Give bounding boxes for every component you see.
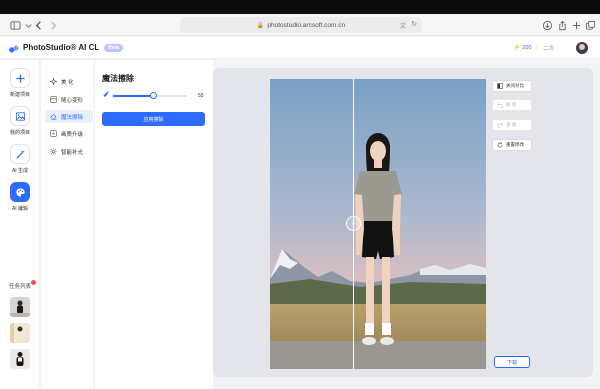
eraser-icon bbox=[50, 113, 57, 120]
user-avatar[interactable] bbox=[576, 42, 588, 54]
brush-size-slider[interactable] bbox=[113, 92, 187, 99]
image-icon bbox=[10, 106, 30, 126]
magic-wand-icon bbox=[10, 144, 30, 164]
redo-button[interactable]: 重 做 bbox=[492, 119, 532, 131]
points-suffix: 二次 bbox=[542, 46, 554, 52]
app-header: PhotoStudio® AI CL Beta ⚡ 200 | 二次 bbox=[0, 37, 600, 59]
sparkle-icon bbox=[50, 78, 57, 85]
rail-item-new-project[interactable]: 新建项目 bbox=[0, 68, 40, 98]
rail-item-my-projects[interactable]: 我的项目 bbox=[0, 106, 40, 136]
sidebar-toggle-icon[interactable] bbox=[8, 18, 22, 32]
app-name: PhotoStudio® AI CL bbox=[23, 43, 100, 52]
browser-toolbar: 🔒 photostudio.arcsoft.com.cn 文 ↻ bbox=[0, 14, 600, 36]
tool-warp[interactable]: 随心变形 bbox=[45, 93, 93, 106]
edited-photo[interactable] bbox=[270, 79, 486, 369]
task-thumbnail[interactable] bbox=[10, 297, 30, 317]
points-display[interactable]: ⚡ 200 | 二次 bbox=[514, 44, 555, 52]
points-count: 200 bbox=[522, 45, 532, 51]
redo-label: 重 做 bbox=[506, 122, 517, 127]
compare-handle-icon[interactable]: ‹› bbox=[346, 216, 361, 231]
apply-erase-button[interactable]: 应用擦除 bbox=[102, 112, 205, 126]
redo-icon bbox=[497, 123, 503, 128]
sun-icon bbox=[50, 148, 57, 155]
tool-label: 画质升级 bbox=[61, 131, 84, 138]
tool-beautify[interactable]: 美 化 bbox=[45, 75, 93, 88]
tool-smart-light[interactable]: 智能补光 bbox=[45, 145, 93, 158]
forward-arrow-icon[interactable] bbox=[46, 18, 60, 32]
brush-size-value: 55 bbox=[198, 93, 204, 99]
palette-icon bbox=[10, 182, 30, 202]
tool-label: 魔法擦除 bbox=[61, 114, 84, 121]
share-icon[interactable] bbox=[555, 18, 569, 32]
rail-label: 新建项目 bbox=[9, 92, 30, 98]
slider-fill bbox=[113, 95, 154, 97]
lightning-icon: ⚡ bbox=[513, 45, 521, 51]
plus-icon bbox=[10, 68, 30, 88]
undo-label: 撤 销 bbox=[506, 102, 517, 107]
slider-thumb[interactable] bbox=[150, 92, 158, 99]
task-thumbnail[interactable] bbox=[10, 323, 30, 343]
warp-icon bbox=[50, 96, 57, 103]
compare-toggle-button[interactable]: 关闭对比 bbox=[492, 80, 532, 92]
compare-icon bbox=[497, 83, 503, 89]
reset-icon bbox=[497, 142, 503, 148]
tool-magic-erase[interactable]: 魔法擦除 bbox=[45, 110, 93, 123]
system-menu-bar bbox=[0, 0, 600, 14]
new-tab-icon[interactable] bbox=[569, 18, 583, 32]
back-arrow-icon[interactable] bbox=[31, 18, 45, 32]
notification-badge bbox=[31, 280, 36, 285]
tool-upscale[interactable]: 画质升级 bbox=[45, 127, 93, 140]
rail-item-ai-edit[interactable]: AI 编辑 bbox=[0, 182, 40, 212]
compare-label: 关闭对比 bbox=[506, 83, 524, 88]
separator: | bbox=[536, 45, 538, 51]
tool-label: 美 化 bbox=[61, 79, 74, 86]
task-thumbnail[interactable] bbox=[10, 349, 30, 369]
address-bar[interactable]: 🔒 photostudio.arcsoft.com.cn 文 ↻ bbox=[180, 17, 422, 33]
undo-button[interactable]: 撤 销 bbox=[492, 99, 532, 111]
download-button[interactable]: 下载 bbox=[494, 356, 530, 368]
reload-icon[interactable]: ↻ bbox=[411, 20, 417, 28]
tool-label: 随心变形 bbox=[61, 97, 84, 104]
translate-icon[interactable]: 文 bbox=[400, 21, 406, 30]
left-rail: 新建项目 我的项目 AI 生成 AI 编辑 任务列表 bbox=[0, 60, 40, 389]
tab-overview-icon[interactable] bbox=[583, 18, 597, 32]
tool-label: 智能补光 bbox=[61, 149, 84, 156]
tool-panel: 美 化 随心变形 魔法擦除 画质升级 智能补光 bbox=[41, 60, 95, 389]
options-panel: 魔法擦除 55 应用擦除 bbox=[95, 60, 213, 389]
canvas-area: ‹› 关闭对比 撤 销 重 做 重置修改 下载 bbox=[213, 68, 593, 377]
rail-item-ai-generate[interactable]: AI 生成 bbox=[0, 144, 40, 174]
download-icon[interactable] bbox=[540, 18, 554, 32]
rail-label: AI 生成 bbox=[11, 168, 29, 174]
logo-icon bbox=[8, 42, 20, 53]
url-text: photostudio.arcsoft.com.cn bbox=[267, 21, 346, 29]
undo-icon bbox=[497, 103, 503, 108]
reset-button[interactable]: 重置修改 bbox=[492, 139, 532, 151]
brush-icon bbox=[103, 90, 109, 97]
reset-label: 重置修改 bbox=[506, 142, 524, 147]
rail-label: 我的项目 bbox=[9, 130, 30, 136]
beta-badge: Beta bbox=[104, 43, 124, 52]
lock-icon: 🔒 bbox=[256, 22, 265, 29]
app-logo[interactable]: PhotoStudio® AI CL Beta bbox=[8, 42, 124, 53]
upscale-icon bbox=[50, 130, 57, 137]
panel-title: 魔法擦除 bbox=[102, 74, 134, 83]
rail-label: AI 编辑 bbox=[11, 206, 29, 212]
